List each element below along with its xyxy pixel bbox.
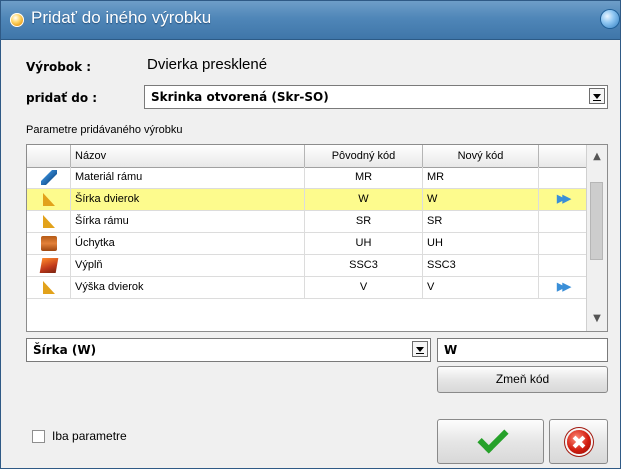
row-icon-cell bbox=[27, 167, 71, 188]
column-header-action[interactable] bbox=[539, 145, 587, 167]
title-bar[interactable]: Pridať do iného výrobku bbox=[1, 1, 620, 40]
row-orig-code: UH bbox=[305, 233, 423, 254]
table-row-selected[interactable]: Šírka dvierok W W ▶▶ bbox=[27, 189, 587, 211]
table-header: Názov Pôvodný kód Nový kód bbox=[27, 145, 587, 168]
row-action[interactable]: ▶▶ bbox=[539, 189, 587, 210]
product-label: Výrobok : bbox=[26, 60, 92, 74]
scroll-up-icon[interactable]: ▲ bbox=[587, 147, 607, 167]
double-arrow-icon[interactable]: ▶▶ bbox=[557, 277, 571, 298]
handle-icon bbox=[41, 236, 57, 251]
change-code-button[interactable]: Zmeň kód bbox=[437, 366, 608, 393]
triangle-icon bbox=[43, 193, 55, 206]
row-orig-code: SSC3 bbox=[305, 255, 423, 276]
add-to-select-value: Skrinka otvorená (Skr-SO) bbox=[151, 90, 329, 104]
new-code-input[interactable]: W bbox=[437, 338, 608, 362]
row-orig-code: V bbox=[305, 277, 423, 298]
add-to-select[interactable]: Skrinka otvorená (Skr-SO) bbox=[144, 85, 608, 109]
row-name: Materiál rámu bbox=[71, 167, 305, 188]
row-new-code[interactable]: SSC3 bbox=[423, 255, 539, 276]
row-action[interactable]: ▶▶ bbox=[539, 277, 587, 298]
triangle-icon bbox=[43, 281, 55, 294]
row-icon-cell bbox=[27, 277, 71, 298]
product-value: Dvierka presklené bbox=[147, 56, 268, 73]
row-icon-cell bbox=[27, 211, 71, 232]
scroll-down-icon[interactable]: ▼ bbox=[587, 309, 607, 329]
column-header-name[interactable]: Názov bbox=[71, 145, 305, 167]
row-action bbox=[539, 167, 587, 188]
table-row[interactable]: Úchytka UH UH bbox=[27, 233, 587, 255]
double-arrow-icon[interactable]: ▶▶ bbox=[557, 189, 571, 210]
material-icon bbox=[41, 170, 57, 185]
dropdown-arrow-icon[interactable] bbox=[412, 341, 428, 357]
new-code-input-value: W bbox=[444, 343, 458, 357]
help-icon[interactable] bbox=[601, 10, 619, 28]
row-new-code[interactable]: SR bbox=[423, 211, 539, 232]
row-name: Výplň bbox=[71, 255, 305, 276]
ok-button[interactable] bbox=[437, 419, 544, 464]
only-params-checkbox[interactable] bbox=[32, 430, 45, 443]
column-header-orig-code[interactable]: Pôvodný kód bbox=[305, 145, 423, 167]
params-table[interactable]: Názov Pôvodný kód Nový kód Materiál rámu… bbox=[26, 144, 608, 332]
table-row[interactable]: Materiál rámu MR MR bbox=[27, 167, 587, 189]
dropdown-arrow-icon[interactable] bbox=[589, 88, 605, 104]
table-row[interactable]: Výška dvierok V V ▶▶ bbox=[27, 277, 587, 299]
row-action bbox=[539, 255, 587, 276]
dialog-window: Pridať do iného výrobku Výrobok : Dvierk… bbox=[0, 0, 621, 469]
table-scrollbar[interactable]: ▲ ▼ bbox=[586, 145, 607, 331]
row-orig-code: SR bbox=[305, 211, 423, 232]
column-header-new-code[interactable]: Nový kód bbox=[423, 145, 539, 167]
add-to-label: pridať do : bbox=[26, 91, 98, 105]
table-row[interactable]: Výplň SSC3 SSC3 bbox=[27, 255, 587, 277]
row-orig-code: MR bbox=[305, 167, 423, 188]
row-action bbox=[539, 233, 587, 254]
row-icon-cell bbox=[27, 233, 71, 254]
only-params-label: Iba parametre bbox=[52, 429, 127, 443]
cancel-icon bbox=[567, 430, 591, 454]
column-header-icon[interactable] bbox=[27, 145, 71, 167]
row-action bbox=[539, 211, 587, 232]
cancel-button[interactable] bbox=[549, 419, 608, 464]
row-new-code[interactable]: V bbox=[423, 277, 539, 298]
row-name: Šírka rámu bbox=[71, 211, 305, 232]
table-row[interactable]: Šírka rámu SR SR bbox=[27, 211, 587, 233]
check-icon bbox=[477, 422, 509, 454]
triangle-icon bbox=[43, 215, 55, 228]
row-orig-code: W bbox=[305, 189, 423, 210]
row-name: Výška dvierok bbox=[71, 277, 305, 298]
row-new-code[interactable]: MR bbox=[423, 167, 539, 188]
row-name: Úchytka bbox=[71, 233, 305, 254]
window-title: Pridať do iného výrobku bbox=[31, 8, 212, 27]
param-select-value: Šírka (W) bbox=[33, 343, 97, 357]
row-new-code[interactable]: UH bbox=[423, 233, 539, 254]
fill-icon bbox=[39, 258, 59, 273]
row-icon-cell bbox=[27, 189, 71, 210]
row-icon-cell bbox=[27, 255, 71, 276]
row-new-code[interactable]: W bbox=[423, 189, 539, 210]
app-icon bbox=[10, 13, 24, 27]
param-select[interactable]: Šírka (W) bbox=[26, 338, 431, 362]
params-section-label: Parametre pridávaného výrobku bbox=[26, 124, 183, 136]
row-name: Šírka dvierok bbox=[71, 189, 305, 210]
scroll-thumb[interactable] bbox=[590, 182, 603, 260]
